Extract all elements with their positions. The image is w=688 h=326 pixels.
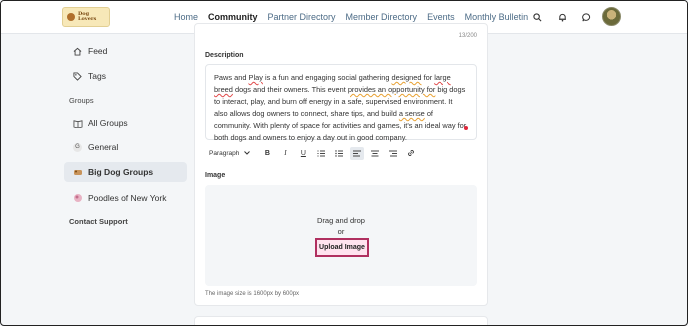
sidebar-item-label: Poodles of New York xyxy=(88,193,167,203)
align-right-icon[interactable] xyxy=(386,147,400,160)
poodle-icon xyxy=(72,193,83,204)
or-text: or xyxy=(337,227,345,236)
logo-text: Dog Lovers xyxy=(77,11,97,22)
sidebar-item-label: Big Dog Groups xyxy=(88,167,154,177)
image-label: Image xyxy=(205,172,226,179)
sidebar-item-general[interactable]: G General xyxy=(64,137,118,157)
book-icon xyxy=(72,118,83,129)
italic-button[interactable]: I xyxy=(278,147,292,160)
tag-icon xyxy=(72,71,83,82)
sidebar-item-big-dog-groups[interactable]: Big Dog Groups xyxy=(64,162,187,182)
grammar-flagged-word: designed xyxy=(391,73,422,82)
site-logo[interactable]: Dog Lovers xyxy=(62,7,110,27)
text-run: Paws and xyxy=(214,73,249,82)
chevron-down-icon xyxy=(244,150,251,157)
formatting-toolbar: Paragraph B I U xyxy=(205,146,422,160)
contact-support-link[interactable]: Contact Support xyxy=(69,217,128,226)
home-icon xyxy=(72,46,83,57)
editor-status-dot xyxy=(464,126,468,130)
sidebar-item-label: All Groups xyxy=(88,118,128,128)
app-window: Dog Lovers Home Community Partner Direct… xyxy=(0,0,688,326)
bold-button[interactable]: B xyxy=(260,147,274,160)
align-center-icon[interactable] xyxy=(368,147,382,160)
grammar-flagged-word: provides an opportunity for xyxy=(347,85,436,94)
sidebar-item-poodles-of-new-york[interactable]: Poodles of New York xyxy=(64,188,166,208)
next-form-section xyxy=(194,316,488,325)
upload-image-button[interactable]: Upload Image xyxy=(315,238,369,257)
search-icon[interactable] xyxy=(530,10,544,24)
grammar-flagged-word: a sense xyxy=(398,109,425,118)
drag-and-drop-text: Drag and drop xyxy=(317,216,365,225)
bullet-list-icon[interactable] xyxy=(332,147,346,160)
spell-flagged-word: Play xyxy=(248,73,263,82)
image-dropzone[interactable]: Drag and drop or Upload Image xyxy=(205,185,477,286)
ordered-list-icon[interactable] xyxy=(314,147,328,160)
chat-icon[interactable] xyxy=(579,10,593,24)
sidebar-item-label: Tags xyxy=(88,71,106,81)
text-run: for xyxy=(421,73,435,82)
paragraph-style-label: Paragraph xyxy=(209,149,240,157)
text-run: is a fun and engaging social gathering xyxy=(262,73,392,82)
dog-icon xyxy=(72,167,83,178)
text-run: dogs and their owners. This event xyxy=(232,85,348,94)
sidebar-item-feed[interactable]: Feed xyxy=(64,41,107,61)
sidebar-item-all-groups[interactable]: All Groups xyxy=(64,113,128,133)
description-label: Description xyxy=(205,52,244,59)
image-size-note: The image size is 1600px by 600px xyxy=(205,291,300,297)
sidebar-item-label: General xyxy=(88,142,119,152)
link-icon[interactable] xyxy=(404,147,418,160)
description-editor[interactable]: Paws and Play is a fun and engaging soci… xyxy=(205,64,477,142)
sidebar-item-label: Feed xyxy=(88,46,108,56)
user-avatar[interactable] xyxy=(602,7,621,26)
align-left-icon[interactable] xyxy=(350,146,365,160)
paw-icon xyxy=(67,13,75,21)
underline-button[interactable]: U xyxy=(296,147,310,160)
paragraph-style-dropdown[interactable]: Paragraph xyxy=(205,148,254,159)
sidebar-item-tags[interactable]: Tags xyxy=(64,66,106,86)
group-badge: G xyxy=(73,142,82,152)
create-event-form: 13/200 Description Paws and Play is a fu… xyxy=(194,23,488,306)
bell-icon[interactable] xyxy=(555,10,569,24)
char-counter: 13/200 xyxy=(458,33,477,39)
groups-heading: Groups xyxy=(69,96,94,105)
